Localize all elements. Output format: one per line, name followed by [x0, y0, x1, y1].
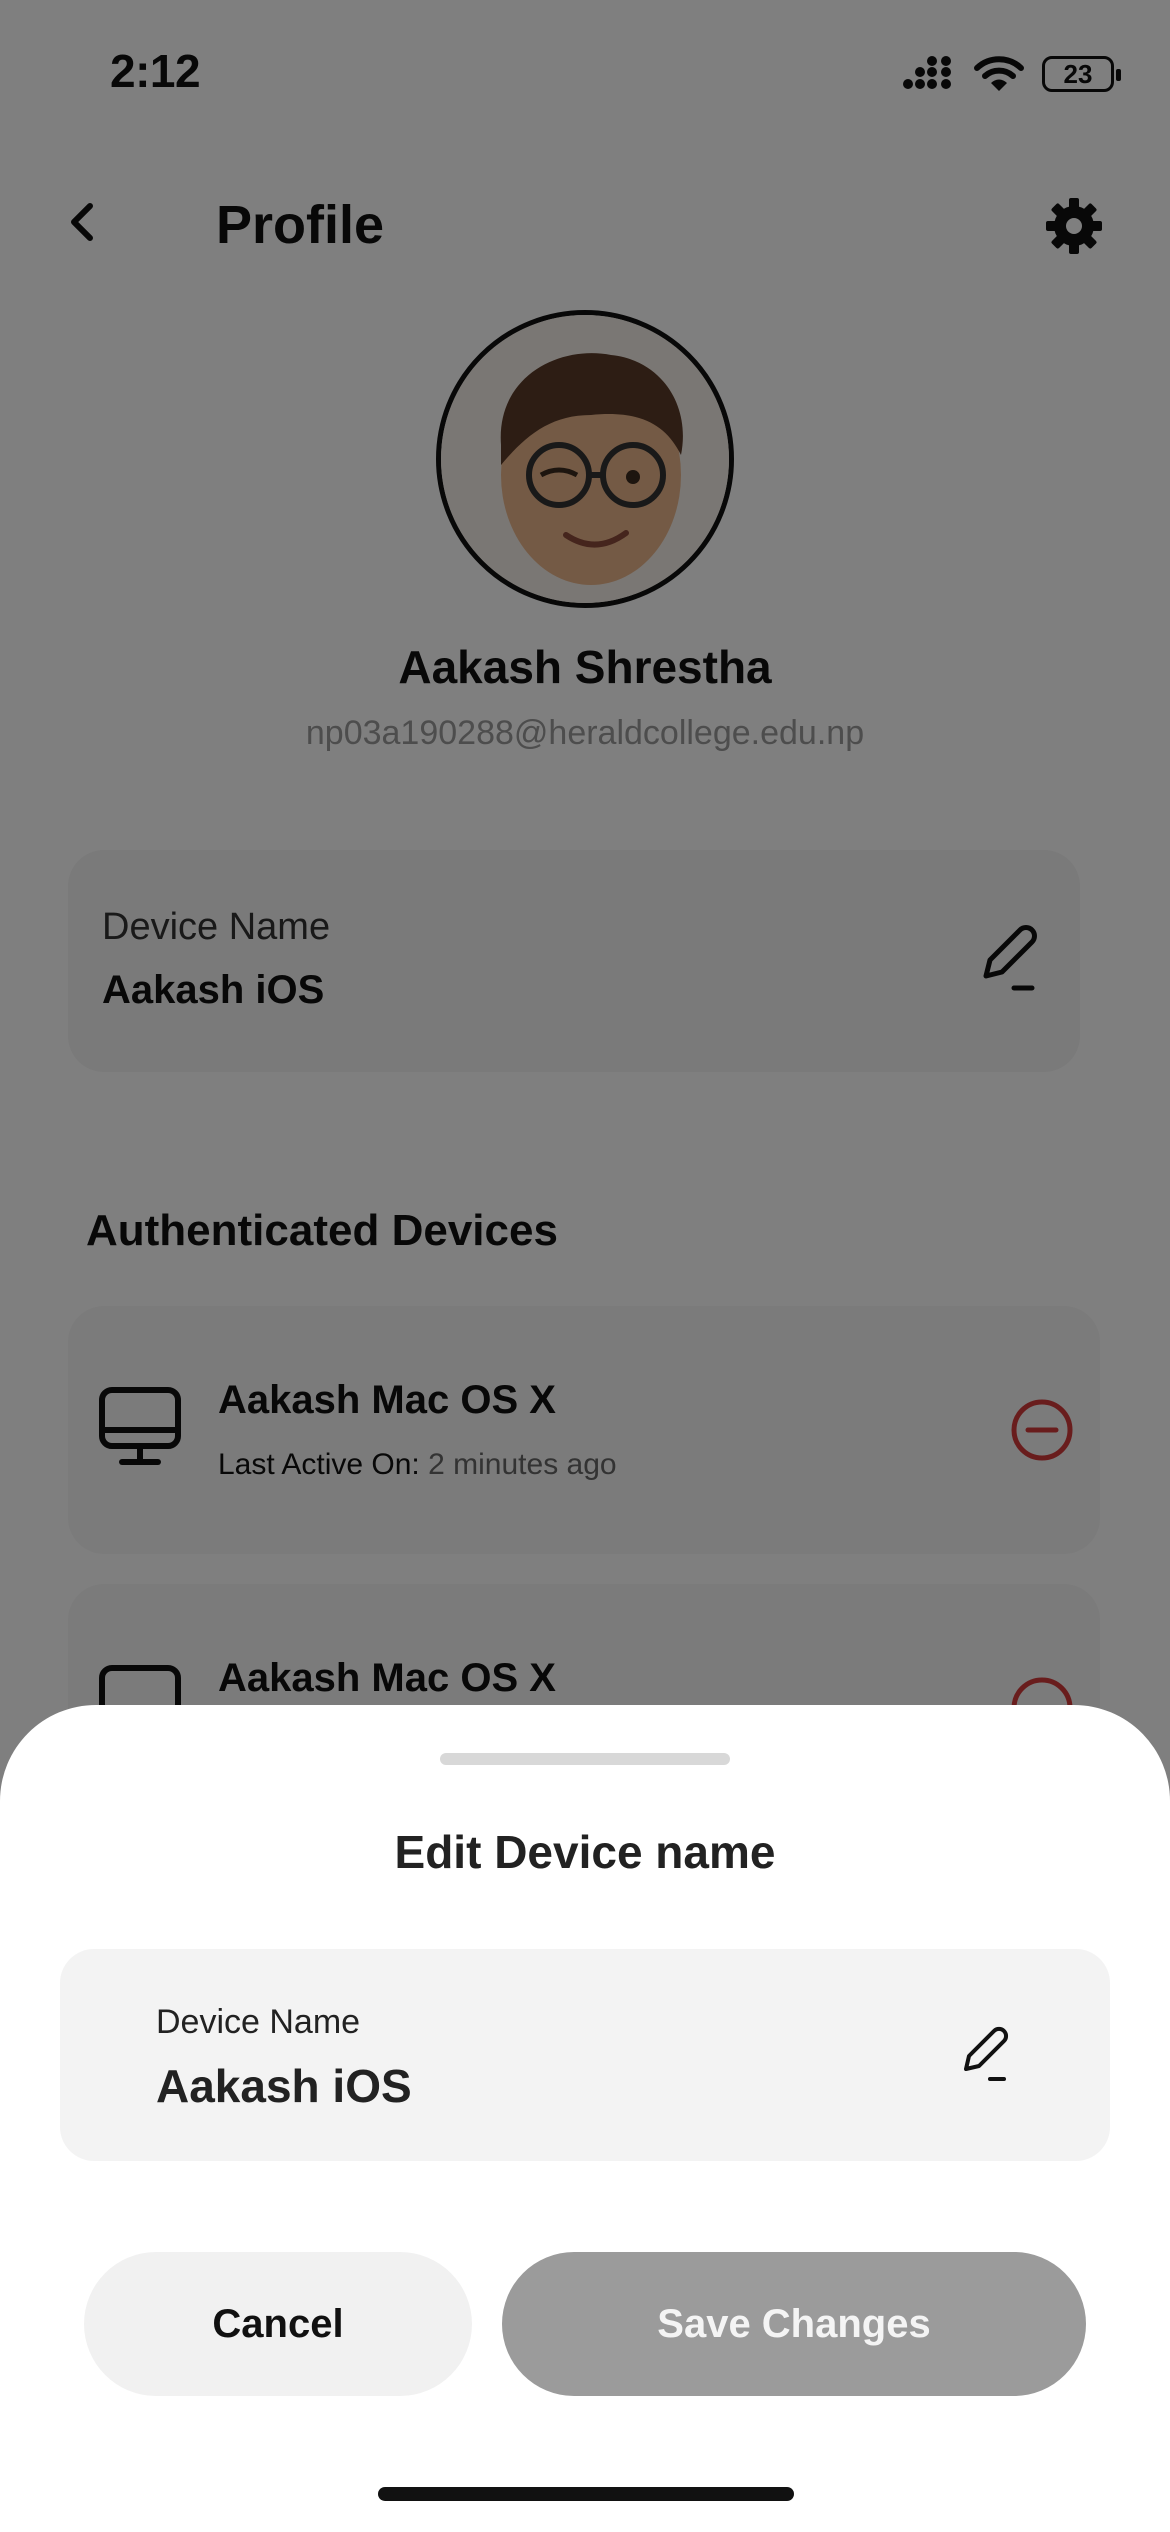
home-indicator	[378, 2487, 794, 2501]
sheet-title: Edit Device name	[394, 1826, 776, 1878]
save-changes-button[interactable]: Save Changes	[502, 2252, 1086, 2396]
device-name-field[interactable]: Device Name Aakash iOS	[60, 1949, 1110, 2161]
device-name-field-label: Device Name	[156, 2003, 361, 2041]
cancel-button[interactable]: Cancel	[84, 2252, 472, 2396]
edit-device-sheet: Edit Device name Device Name Aakash iOS …	[0, 1705, 1170, 2532]
device-name-field-value[interactable]: Aakash iOS	[156, 2059, 412, 2113]
sheet-grabber[interactable]	[440, 1753, 730, 1765]
pencil-edit-icon[interactable]	[958, 2025, 1014, 2085]
